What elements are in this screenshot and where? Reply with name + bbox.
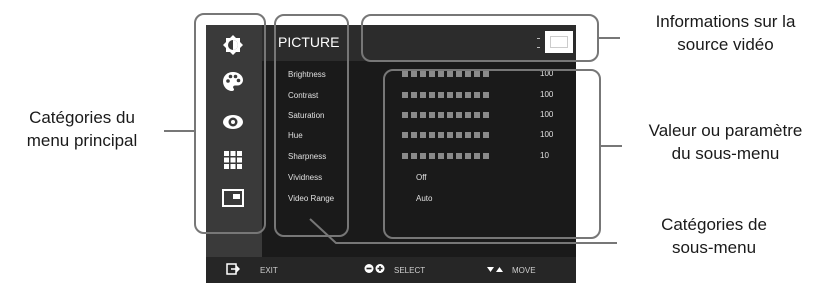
annotation-source-info: Informations sur la source vidéo: [655, 12, 796, 54]
annotation-submenu-categories: Catégories de sous-menu: [661, 215, 767, 257]
annotation-main-categories: Catégories du menu principal: [26, 108, 138, 150]
annotation-submenu-value: Valeur ou paramètre du sous-menu: [648, 121, 803, 163]
